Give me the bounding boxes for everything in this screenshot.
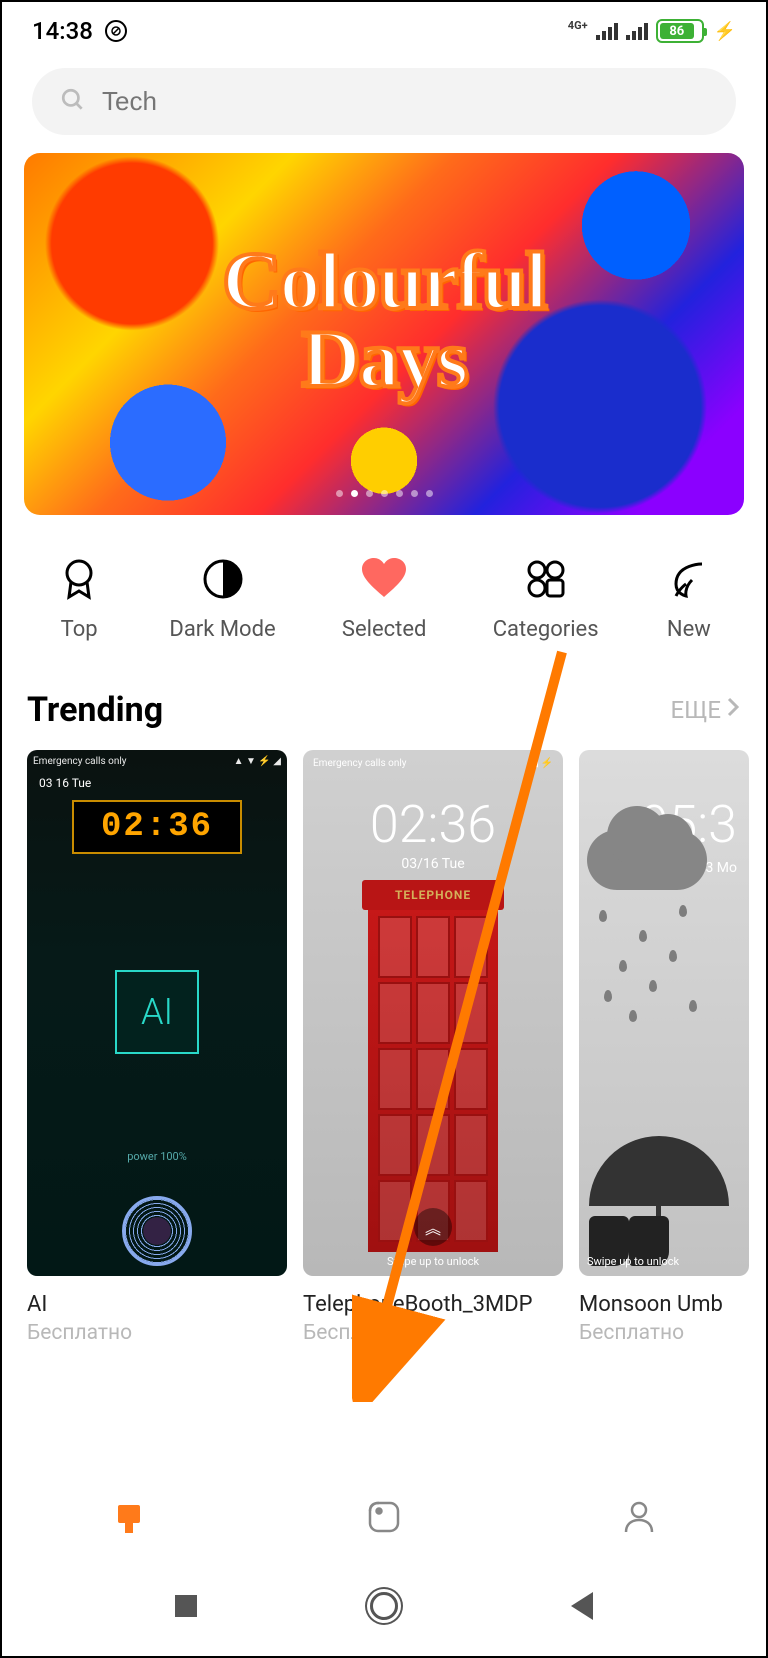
charging-icon: ⚡ [714,21,736,42]
search-input[interactable] [102,86,708,117]
status-bar: 14:38 4G+ 86 ⚡ [2,2,766,50]
theme-price: Бесплатно [27,1321,287,1345]
theme-name: AI [27,1292,287,1317]
status-left: 14:38 [32,17,127,45]
network-type: 4G+ [568,19,588,32]
filter-label: Dark Mode [169,617,275,642]
search-icon [60,87,86,117]
back-button[interactable] [571,1592,593,1620]
filter-categories[interactable]: Categories [493,555,599,642]
nav-profile[interactable] [618,1496,660,1538]
filter-top[interactable]: Top [55,555,103,642]
filter-selected[interactable]: Selected [342,555,427,642]
search-bar[interactable] [32,68,736,135]
trending-row[interactable]: Emergency calls only▲ ▼ ⚡ ◢ 03 16 Tue 02… [27,750,766,1345]
hero-title-line2: Days [24,320,744,398]
contrast-icon [199,555,247,603]
hero-banner[interactable]: Colourful Days [24,153,744,515]
theme-price: Бесплатно [579,1321,749,1345]
system-nav [2,1556,766,1656]
hero-pager-dots [24,490,744,497]
status-right: 4G+ 86 ⚡ [568,19,736,43]
recent-apps-button[interactable] [175,1595,197,1617]
bottom-nav [2,1478,766,1556]
medal-icon [55,555,103,603]
theme-card[interactable]: 05:3 07/13 Mo Swipe up to unlock Monsoon… [579,750,749,1345]
status-time: 14:38 [32,17,93,45]
battery-percent: 86 [660,23,694,39]
theme-card[interactable]: Emergency calls only▲ ▼ ⚡ ◢ 03 16 Tue 02… [27,750,287,1345]
hero-title: Colourful Days [24,242,744,398]
theme-thumb: Emergency calls only◢ ⚡ 02:36 03/16 Tue … [303,750,563,1276]
theme-name: TelephoneBooth_3MDP [303,1292,563,1317]
more-label: ЕЩЕ [670,696,721,724]
filter-row: Top Dark Mode Selected Categories New [22,555,746,642]
heart-icon [360,555,408,603]
grid-icon [522,555,570,603]
do-not-disturb-icon [105,20,127,42]
filter-label: Categories [493,617,599,642]
leaf-icon [665,555,713,603]
theme-name: Monsoon Umb [579,1292,749,1317]
nav-wallpaper[interactable] [363,1496,405,1538]
filter-label: Top [61,617,98,642]
home-button[interactable] [370,1592,398,1620]
signal-icon [596,22,618,40]
signal-icon-2 [626,22,648,40]
filter-label: New [667,617,711,642]
theme-price: Бесплатно [303,1321,563,1345]
nav-themes[interactable] [108,1496,150,1538]
theme-thumb: Emergency calls only▲ ▼ ⚡ ◢ 03 16 Tue 02… [27,750,287,1276]
more-button[interactable]: ЕЩЕ [670,696,741,724]
profile-icon [620,1498,658,1536]
themes-icon [109,1497,149,1537]
theme-card[interactable]: Emergency calls only◢ ⚡ 02:36 03/16 Tue … [303,750,563,1345]
battery-icon: 86 [656,19,704,43]
filter-dark-mode[interactable]: Dark Mode [169,555,275,642]
trending-header: Trending ЕЩЕ [27,690,741,730]
chevron-up-icon: ︽ [414,1208,452,1246]
theme-thumb: 05:3 07/13 Mo Swipe up to unlock [579,750,749,1276]
section-title: Trending [27,690,163,730]
filter-label: Selected [342,617,427,642]
wallpaper-icon [365,1498,403,1536]
hero-title-line1: Colourful [24,242,744,320]
filter-new[interactable]: New [665,555,713,642]
chevron-right-icon [725,696,741,724]
